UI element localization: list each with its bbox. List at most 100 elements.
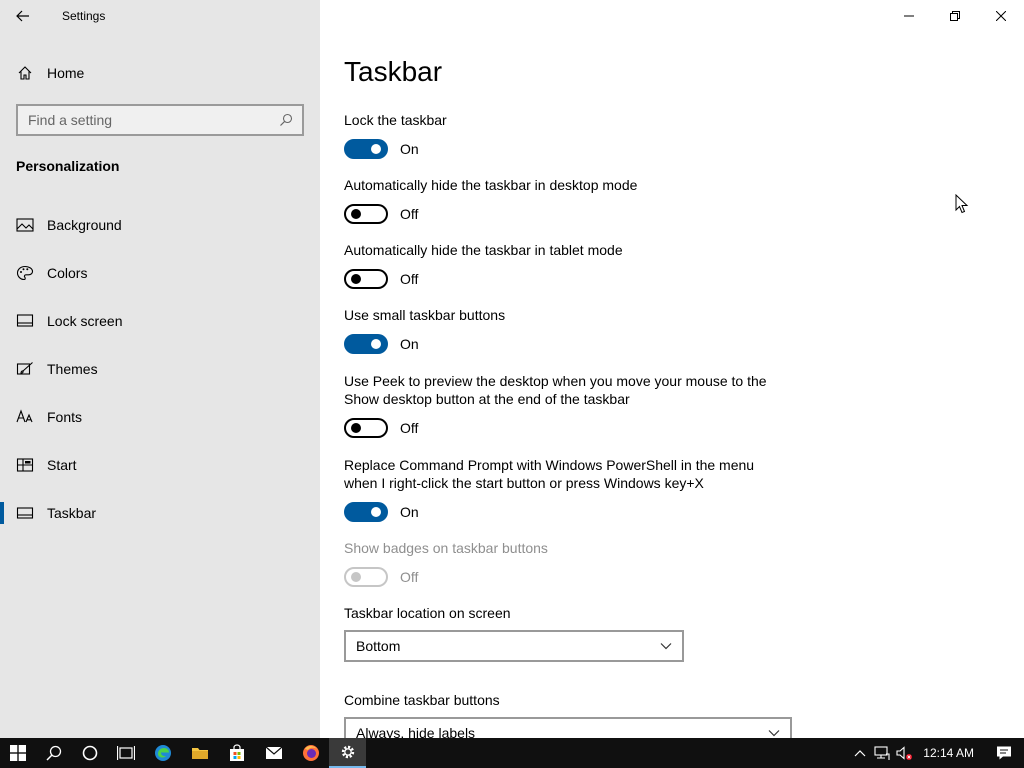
- setting-small-buttons: Use small taskbar buttons On: [344, 306, 774, 354]
- back-button[interactable]: [10, 4, 36, 28]
- toggle-knob: [351, 274, 361, 284]
- mail-icon: [265, 746, 282, 759]
- task-view-button[interactable]: [108, 738, 144, 768]
- setting-label: Replace Command Prompt with Windows Powe…: [344, 457, 755, 491]
- setting-combine: Combine taskbar buttons Always, hide lab…: [344, 691, 792, 738]
- edge-app-button[interactable]: [144, 738, 181, 768]
- network-icon: [874, 746, 890, 760]
- task-view-icon: [117, 746, 135, 760]
- mail-button[interactable]: [255, 738, 292, 768]
- lock-taskbar-toggle[interactable]: [344, 139, 388, 159]
- setting-label: Taskbar location on screen: [344, 605, 511, 621]
- setting-label: Use Peek to preview the desktop when you…: [344, 373, 767, 407]
- setting-autohide-desktop: Automatically hide the taskbar in deskto…: [344, 176, 774, 224]
- autohide-tablet-toggle[interactable]: [344, 269, 388, 289]
- toggle-knob: [351, 209, 361, 219]
- lock-screen-icon: [16, 312, 34, 330]
- toggle-state-label: On: [400, 336, 419, 352]
- store-icon: [229, 744, 244, 761]
- chevron-up-icon: [854, 750, 866, 757]
- toggle-knob: [351, 572, 361, 582]
- setting-label: Combine taskbar buttons: [344, 692, 500, 708]
- toggle-state-label: Off: [400, 271, 419, 287]
- sidebar-item-themes[interactable]: Themes: [0, 345, 320, 393]
- sidebar-item-start[interactable]: Start: [0, 441, 320, 489]
- small-buttons-toggle[interactable]: [344, 334, 388, 354]
- firefox-button[interactable]: [292, 738, 329, 768]
- volume-button[interactable]: [893, 738, 915, 768]
- home-icon: [16, 64, 34, 82]
- home-nav-item[interactable]: Home: [0, 56, 320, 90]
- picture-icon: [16, 216, 34, 234]
- taskbar-icon: [16, 504, 34, 522]
- sidebar-item-lock-screen[interactable]: Lock screen: [0, 297, 320, 345]
- firefox-icon: [302, 745, 319, 761]
- system-tray: 12:14 AM: [849, 738, 1024, 768]
- setting-label: Automatically hide the taskbar in deskto…: [344, 177, 638, 193]
- taskbar: 12:14 AM: [0, 738, 1024, 768]
- volume-muted-icon: [896, 746, 913, 760]
- palette-icon: [16, 264, 34, 282]
- sidebar-item-taskbar[interactable]: Taskbar: [0, 489, 320, 537]
- toggle-knob: [371, 507, 381, 517]
- back-arrow-icon: [16, 10, 29, 22]
- sidebar-item-label: Lock screen: [47, 313, 123, 329]
- start-icon: [16, 456, 34, 474]
- sidebar-item-label: Themes: [47, 361, 98, 377]
- app-title: Settings: [62, 9, 106, 23]
- peek-toggle[interactable]: [344, 418, 388, 438]
- font-icon: [16, 408, 34, 426]
- dropdown-value: Always, hide labels: [356, 725, 476, 738]
- sidebar-item-background[interactable]: Background: [0, 201, 320, 249]
- mouse-pointer-icon: [955, 194, 969, 214]
- toggle-state-label: Off: [400, 206, 419, 222]
- taskbar-search-button[interactable]: [36, 738, 72, 768]
- setting-autohide-tablet: Automatically hide the taskbar in tablet…: [344, 241, 774, 289]
- dropdown-value: Bottom: [356, 638, 401, 654]
- autohide-desktop-toggle[interactable]: [344, 204, 388, 224]
- page-title: Taskbar: [344, 56, 443, 87]
- file-explorer-button[interactable]: [181, 738, 218, 768]
- clock[interactable]: 12:14 AM: [923, 746, 974, 760]
- network-button[interactable]: [871, 738, 893, 768]
- search-box: [16, 104, 304, 136]
- sidebar-item-colors[interactable]: Colors: [0, 249, 320, 297]
- sidebar-item-label: Colors: [47, 265, 88, 281]
- title-bar: Settings: [0, 0, 320, 32]
- setting-label: Use small taskbar buttons: [344, 307, 506, 323]
- combine-dropdown[interactable]: Always, hide labels: [344, 717, 792, 738]
- sidebar-item-label: Start: [47, 457, 77, 473]
- toggle-knob: [371, 144, 381, 154]
- setting-label: Lock the taskbar: [344, 112, 447, 128]
- section-heading: Personalization: [16, 158, 120, 174]
- toggle-state-label: On: [400, 141, 419, 157]
- notification-icon: [997, 746, 1011, 760]
- main-content: Taskbar Lock the taskbar On Automaticall…: [344, 0, 1004, 738]
- sidebar-item-fonts[interactable]: Fonts: [0, 393, 320, 441]
- chevron-down-icon: [768, 730, 780, 737]
- store-button[interactable]: [218, 738, 255, 768]
- cortana-button[interactable]: [72, 738, 108, 768]
- setting-peek: Use Peek to preview the desktop when you…: [344, 372, 774, 438]
- sidebar-item-label: Background: [47, 217, 122, 233]
- sidebar-item-label: Fonts: [47, 409, 83, 425]
- setting-badges: Show badges on taskbar buttons Off: [344, 539, 774, 587]
- toggle-state-label: Off: [400, 569, 419, 585]
- chevron-down-icon: [660, 643, 672, 650]
- powershell-toggle[interactable]: [344, 502, 388, 522]
- search-input[interactable]: [18, 106, 274, 134]
- sidebar-item-label: Taskbar: [47, 505, 97, 521]
- setting-location: Taskbar location on screen Bottom: [344, 604, 774, 662]
- show-hidden-icons-button[interactable]: [849, 738, 871, 768]
- settings-app-button[interactable]: [329, 738, 366, 768]
- search-icon[interactable]: [274, 108, 298, 132]
- setting-lock-taskbar: Lock the taskbar On: [344, 111, 774, 159]
- folder-icon: [191, 748, 208, 759]
- brush-icon: [16, 360, 34, 378]
- toggle-state-label: Off: [400, 420, 419, 436]
- sidebar: Settings Home Personalization Background…: [0, 0, 320, 738]
- location-dropdown[interactable]: Bottom: [344, 630, 684, 662]
- start-button[interactable]: [0, 738, 36, 768]
- action-center-button[interactable]: [984, 738, 1024, 768]
- windows-logo-icon: [10, 745, 26, 761]
